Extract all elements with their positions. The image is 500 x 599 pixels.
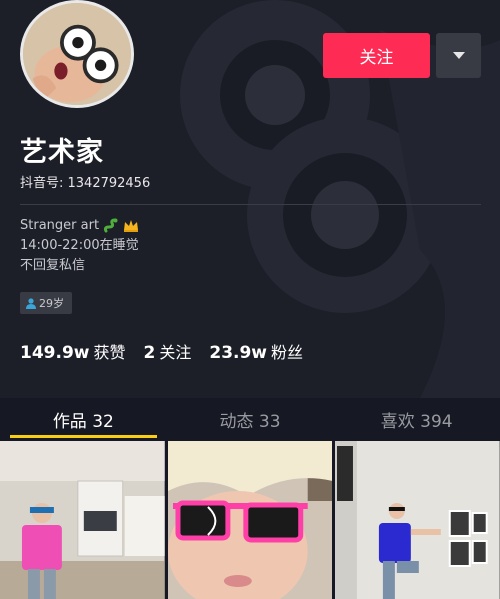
likes-stat[interactable]: 149.9w 获赞 xyxy=(20,339,126,363)
likes-label: 获赞 xyxy=(93,343,126,362)
nickname: 艺术家 xyxy=(20,137,104,168)
video-grid xyxy=(0,441,500,599)
bio-line-1-text: Stranger art xyxy=(20,218,100,233)
bio-line-2: 14:00-22:00在睡觉 xyxy=(20,238,139,253)
tab-moments[interactable]: 动态 33 xyxy=(167,398,334,440)
crown-icon xyxy=(124,219,139,232)
following-label: 关注 xyxy=(159,343,192,362)
likes-count: 149.9w xyxy=(20,343,90,363)
following-count: 2 xyxy=(143,343,156,363)
more-options-button[interactable] xyxy=(436,33,481,78)
avatar[interactable] xyxy=(20,0,134,108)
bio: Stranger art 14:00-22:00在睡觉 不回复私信 xyxy=(20,216,139,276)
tab-works[interactable]: 作品 32 xyxy=(0,398,167,440)
fans-label: 粉丝 xyxy=(271,343,304,362)
bio-line-3: 不回复私信 xyxy=(20,258,86,273)
stats-row: 149.9w 获赞 2 关注 23.9w 粉丝 xyxy=(20,339,303,363)
person-icon xyxy=(26,297,36,309)
fans-stat[interactable]: 23.9w 粉丝 xyxy=(209,339,303,363)
age-tag: 29岁 xyxy=(20,292,72,314)
age-tag-label: 29岁 xyxy=(39,297,64,310)
bio-line-1: Stranger art xyxy=(20,216,139,236)
following-stat[interactable]: 2 关注 xyxy=(144,339,192,363)
divider xyxy=(20,204,481,205)
video-thumbnail[interactable] xyxy=(167,441,333,599)
profile-header: 关注 艺术家 抖音号: 1342792456 Stranger art 14:0… xyxy=(0,0,500,398)
video-thumbnail[interactable] xyxy=(335,441,500,599)
tab-likes[interactable]: 喜欢 394 xyxy=(333,398,500,440)
triangle-down-icon xyxy=(452,52,465,59)
douyin-id: 抖音号: 1342792456 xyxy=(20,176,151,191)
snake-icon xyxy=(104,218,118,232)
video-thumbnail[interactable] xyxy=(0,441,165,599)
content-tabs: 作品 32 动态 33 喜欢 394 xyxy=(0,398,500,440)
fans-count: 23.9w xyxy=(209,343,268,363)
follow-button[interactable]: 关注 xyxy=(323,33,430,78)
